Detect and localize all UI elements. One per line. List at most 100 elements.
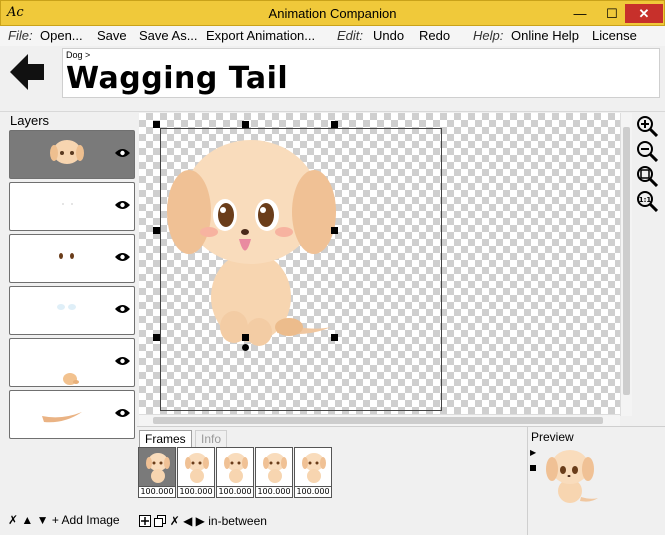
layer-item-pupils[interactable] (9, 234, 135, 283)
layer-thumbnail (50, 140, 84, 164)
layer-thumbnail (42, 412, 82, 423)
window-title: Animation Companion (268, 6, 397, 21)
license-menu-item[interactable]: License (592, 28, 637, 43)
frame-duration: 100.000 (178, 486, 214, 497)
zoom-fit-icon[interactable] (636, 165, 658, 187)
redo-menu-item[interactable]: Redo (419, 28, 450, 43)
resize-handle[interactable] (242, 334, 249, 341)
visibility-eye-icon[interactable] (115, 200, 130, 210)
move-layer-up-button[interactable]: ▲ (21, 513, 33, 527)
export-animation-menu-item[interactable]: Export Animation... (206, 28, 315, 43)
stop-preview-icon[interactable] (530, 465, 536, 471)
duplicate-frame-icon[interactable] (154, 515, 167, 527)
preview-label: Preview (531, 430, 574, 444)
maximize-button[interactable]: ☐ (598, 4, 626, 23)
vertical-scroll-thumb[interactable] (623, 127, 630, 395)
resize-handle[interactable] (331, 121, 338, 128)
help-group-label: Help: (473, 28, 504, 43)
save-menu-item[interactable]: Save (97, 28, 127, 43)
move-layer-down-button[interactable]: ▼ (37, 513, 49, 527)
file-group-label: File: (8, 28, 33, 43)
zoom-actual-size-icon[interactable]: 1:1 (636, 190, 658, 212)
breadcrumb[interactable]: Dog > (66, 50, 90, 60)
preview-panel: Preview ▶ (527, 426, 665, 535)
frame-duration: 100.000 (217, 486, 253, 497)
layer-item-eye-highlights[interactable] (9, 182, 135, 231)
add-image-button[interactable]: + Add Image (52, 513, 120, 527)
visibility-eye-icon[interactable] (115, 148, 130, 158)
title-bar: Ac Animation Companion — ☐ ✕ (0, 0, 665, 26)
layer-thumbnail (62, 203, 73, 205)
move-frame-left-button[interactable]: ◀ (183, 514, 192, 528)
resize-handle[interactable] (331, 227, 338, 234)
frames-panel: Frames Info 100.000 100.000 100.000 100.… (137, 426, 527, 530)
frame-item[interactable]: 100.000 (138, 447, 176, 498)
tab-info[interactable]: Info (195, 430, 228, 447)
header: Dog > Wagging Tail (0, 46, 665, 112)
delete-layer-button[interactable]: ✗ (8, 513, 18, 527)
layer-thumbnail (57, 304, 76, 310)
frame-thumbnail (146, 453, 170, 483)
frame-duration: 100.000 (295, 486, 331, 497)
back-button[interactable] (8, 52, 48, 92)
layer-item-eye-whites[interactable] (9, 286, 135, 335)
in-between-button[interactable]: in-between (208, 514, 267, 528)
resize-handle[interactable] (242, 121, 249, 128)
layer-thumbnail (59, 253, 74, 259)
frame-thumbnail (185, 453, 209, 483)
frames-toolbar: ✗ ◀ ▶ in-between (139, 514, 267, 528)
editing-canvas[interactable] (139, 113, 629, 416)
resize-handle[interactable] (331, 334, 338, 341)
menu-bar: File: Open... Save Save As... Export Ani… (0, 26, 665, 46)
layers-label: Layers (10, 113, 50, 128)
horizontal-scrollbar[interactable] (139, 414, 620, 426)
tab-frames[interactable]: Frames (139, 430, 192, 447)
resize-handle[interactable] (153, 227, 160, 234)
resize-handle[interactable] (153, 121, 160, 128)
back-arrow-icon (10, 54, 44, 90)
visibility-eye-icon[interactable] (115, 408, 130, 418)
frame-thumbnail (263, 453, 287, 483)
zoom-out-icon[interactable] (636, 140, 658, 162)
layer-item-body[interactable] (9, 338, 135, 387)
frame-thumbnail (302, 453, 326, 483)
dog-character-image[interactable] (159, 127, 359, 357)
rotation-handle[interactable] (242, 344, 249, 351)
zoom-in-icon[interactable] (636, 115, 658, 137)
close-button[interactable]: ✕ (625, 4, 663, 23)
delete-frame-button[interactable]: ✗ (170, 514, 180, 528)
play-preview-icon[interactable]: ▶ (530, 448, 536, 457)
preview-image (546, 450, 598, 503)
frame-item[interactable]: 100.000 (255, 447, 293, 498)
online-help-menu-item[interactable]: Online Help (511, 28, 579, 43)
title-box: Dog > Wagging Tail (62, 48, 660, 98)
undo-menu-item[interactable]: Undo (373, 28, 404, 43)
frame-duration: 100.000 (256, 486, 292, 497)
visibility-eye-icon[interactable] (115, 356, 130, 366)
frame-duration: 100.000 (139, 486, 175, 497)
zoom-toolbar: 1:1 (633, 113, 661, 423)
save-as-menu-item[interactable]: Save As... (139, 28, 198, 43)
layers-panel: Layers (6, 112, 137, 530)
horizontal-scroll-thumb[interactable] (153, 417, 603, 424)
layer-item-head[interactable] (9, 130, 135, 179)
layer-item-tail[interactable] (9, 390, 135, 439)
edit-group-label: Edit: (337, 28, 364, 43)
open-menu-item[interactable]: Open... (40, 28, 83, 43)
move-frame-right-button[interactable]: ▶ (196, 514, 205, 528)
minimize-button[interactable]: — (566, 4, 594, 23)
svg-text:1:1: 1:1 (639, 196, 652, 204)
add-frame-icon[interactable] (139, 515, 151, 527)
frames-strip: 100.000 100.000 100.000 100.000 100.000 (137, 447, 332, 499)
layers-toolbar: ✗ ▲ ▼ + Add Image (8, 513, 120, 527)
resize-handle[interactable] (153, 334, 160, 341)
frame-item[interactable]: 100.000 (294, 447, 332, 498)
page-title[interactable]: Wagging Tail (66, 61, 288, 96)
visibility-eye-icon[interactable] (115, 252, 130, 262)
vertical-scrollbar[interactable] (620, 113, 632, 416)
layer-thumbnail (63, 373, 79, 385)
frame-item[interactable]: 100.000 (216, 447, 254, 498)
visibility-eye-icon[interactable] (115, 304, 130, 314)
frame-item[interactable]: 100.000 (177, 447, 215, 498)
frame-thumbnail (224, 453, 248, 483)
